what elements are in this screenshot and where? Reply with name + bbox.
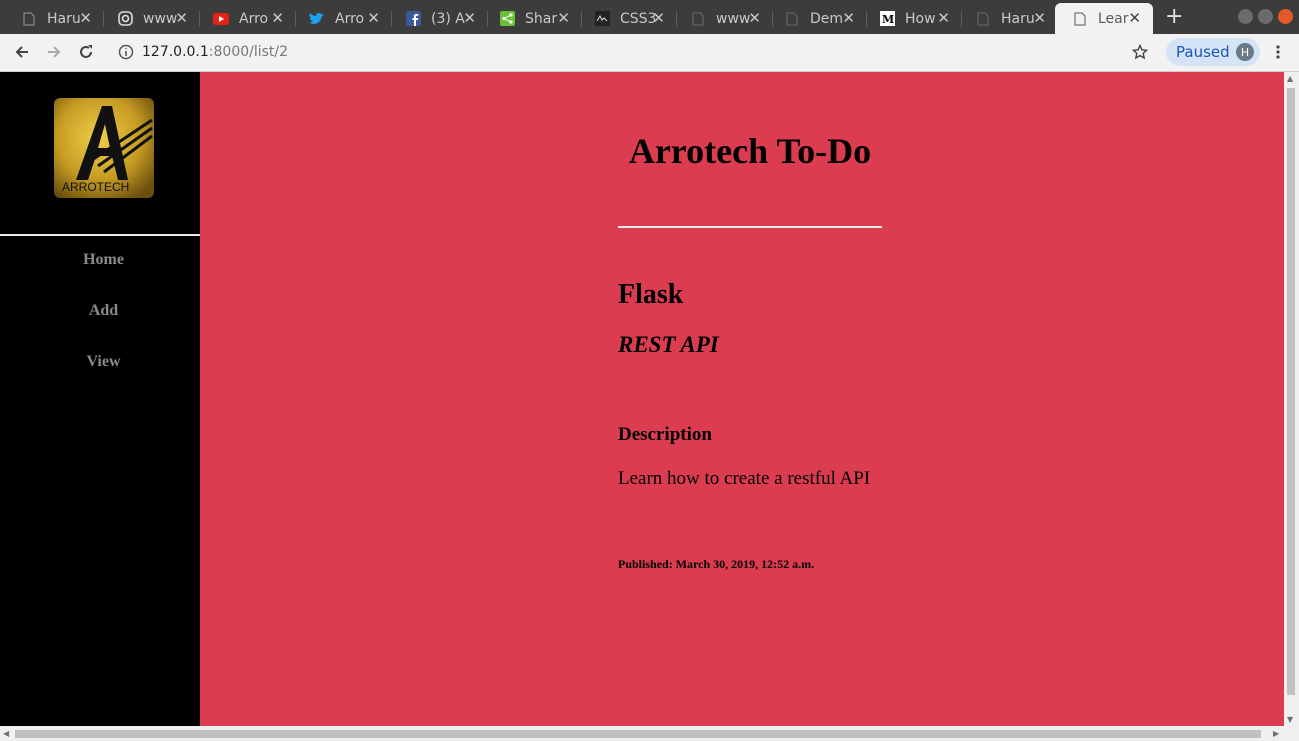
logo[interactable]: ARROTECH: [54, 98, 154, 198]
back-button[interactable]: [10, 40, 34, 64]
logo-text: ARROTECH: [62, 180, 130, 194]
sidebar-link-home[interactable]: Home: [0, 251, 207, 269]
main-content: Arrotech To-Do Flask REST API Descriptio…: [200, 72, 1284, 726]
maximize-button[interactable]: [1258, 9, 1273, 24]
browser-tab[interactable]: M How ✕: [862, 3, 962, 34]
share-icon: [499, 11, 515, 27]
close-tab-icon[interactable]: ✕: [79, 9, 92, 27]
profile-status: Paused: [1176, 43, 1230, 61]
forward-button[interactable]: [42, 40, 66, 64]
browser-tab[interactable]: www ✕: [673, 3, 773, 34]
close-tab-icon[interactable]: ✕: [557, 9, 570, 27]
browser-tab[interactable]: www ✕: [100, 3, 200, 34]
reload-icon: [80, 45, 92, 58]
close-tab-icon[interactable]: ✕: [652, 9, 665, 27]
description-heading: Description: [618, 424, 712, 445]
url-path: :8000/list/2: [208, 44, 289, 60]
item-subtitle: REST API: [618, 332, 719, 357]
close-tab-icon[interactable]: ✕: [463, 9, 476, 27]
close-tab-icon[interactable]: ✕: [1128, 9, 1141, 27]
horizontal-scroll-thumb[interactable]: [15, 730, 1261, 738]
browser-tab[interactable]: Haru ✕: [958, 3, 1058, 34]
close-tab-icon[interactable]: ✕: [937, 9, 950, 27]
scroll-up-icon[interactable]: ▲: [1287, 74, 1293, 83]
browser-tab[interactable]: Shar ✕: [482, 3, 582, 34]
page-icon: [975, 11, 991, 27]
close-tab-icon[interactable]: ✕: [748, 9, 761, 27]
avatar: H: [1236, 43, 1254, 61]
scroll-down-icon[interactable]: ▼: [1287, 715, 1293, 724]
svg-text:M: M: [882, 13, 894, 26]
twitter-icon: [309, 11, 325, 27]
css-site-icon: [594, 11, 610, 27]
page-icon: [21, 11, 37, 27]
tab-strip: Haru ✕ www ✕ Arro ✕ Arro ✕ (3) A ✕ Shar …: [0, 0, 1299, 34]
sidebar-link-add[interactable]: Add: [0, 302, 207, 320]
youtube-icon: [213, 11, 229, 27]
reload-button[interactable]: [74, 40, 98, 64]
page-icon: [690, 11, 706, 27]
browser-tab[interactable]: Arro ✕: [292, 3, 392, 34]
close-tab-icon[interactable]: ✕: [271, 9, 284, 27]
close-tab-icon[interactable]: ✕: [367, 9, 380, 27]
browser-tab[interactable]: (3) A ✕: [388, 3, 488, 34]
browser-tab[interactable]: Dem ✕: [767, 3, 867, 34]
minimize-button[interactable]: [1238, 9, 1253, 24]
instagram-icon: [117, 11, 133, 27]
page-title: Arrotech To-Do: [628, 131, 872, 171]
browser-toolbar: 127.0.0.1:8000/list/2 Paused H: [0, 34, 1299, 72]
page-icon: [1072, 11, 1088, 27]
close-window-button[interactable]: [1278, 9, 1293, 24]
facebook-icon: [405, 11, 421, 27]
bookmark-star-icon[interactable]: [1128, 40, 1152, 64]
address-bar[interactable]: 127.0.0.1:8000/list/2: [142, 44, 288, 60]
url-host: 127.0.0.1: [142, 44, 209, 60]
browser-tab-active[interactable]: Lear ✕: [1055, 3, 1153, 34]
page-icon: [784, 11, 800, 27]
scroll-right-icon[interactable]: ▶: [1273, 729, 1279, 738]
browser-tab[interactable]: CSS3 ✕: [577, 3, 677, 34]
description-text: Learn how to create a restful API: [618, 468, 871, 489]
new-tab-button[interactable]: +: [1165, 4, 1183, 29]
medium-icon: M: [879, 11, 895, 27]
close-tab-icon[interactable]: ✕: [175, 9, 188, 27]
sidebar-link-view[interactable]: View: [0, 353, 207, 371]
sidebar: ARROTECH Home Add View: [0, 72, 200, 726]
title-divider: [618, 226, 882, 228]
vertical-scroll-thumb[interactable]: [1287, 88, 1295, 695]
close-tab-icon[interactable]: ✕: [1033, 9, 1046, 27]
horizontal-scrollbar[interactable]: ◀ ▶: [0, 726, 1299, 741]
info-icon[interactable]: [114, 40, 138, 64]
back-arrow-icon: [15, 46, 28, 58]
browser-tab[interactable]: Haru ✕: [4, 3, 104, 34]
forward-arrow-icon: [48, 46, 61, 58]
published-date: Published: March 30, 2019, 12:52 a.m.: [618, 557, 815, 571]
menu-icon[interactable]: [1266, 40, 1290, 64]
close-tab-icon[interactable]: ✕: [842, 9, 855, 27]
sidebar-divider: [0, 234, 200, 236]
browser-tab[interactable]: Arro ✕: [196, 3, 296, 34]
item-name: Flask: [618, 279, 684, 310]
profile-button[interactable]: Paused H: [1166, 38, 1260, 66]
scroll-left-icon[interactable]: ◀: [3, 729, 9, 738]
vertical-scrollbar[interactable]: ▲ ▼: [1284, 72, 1299, 726]
